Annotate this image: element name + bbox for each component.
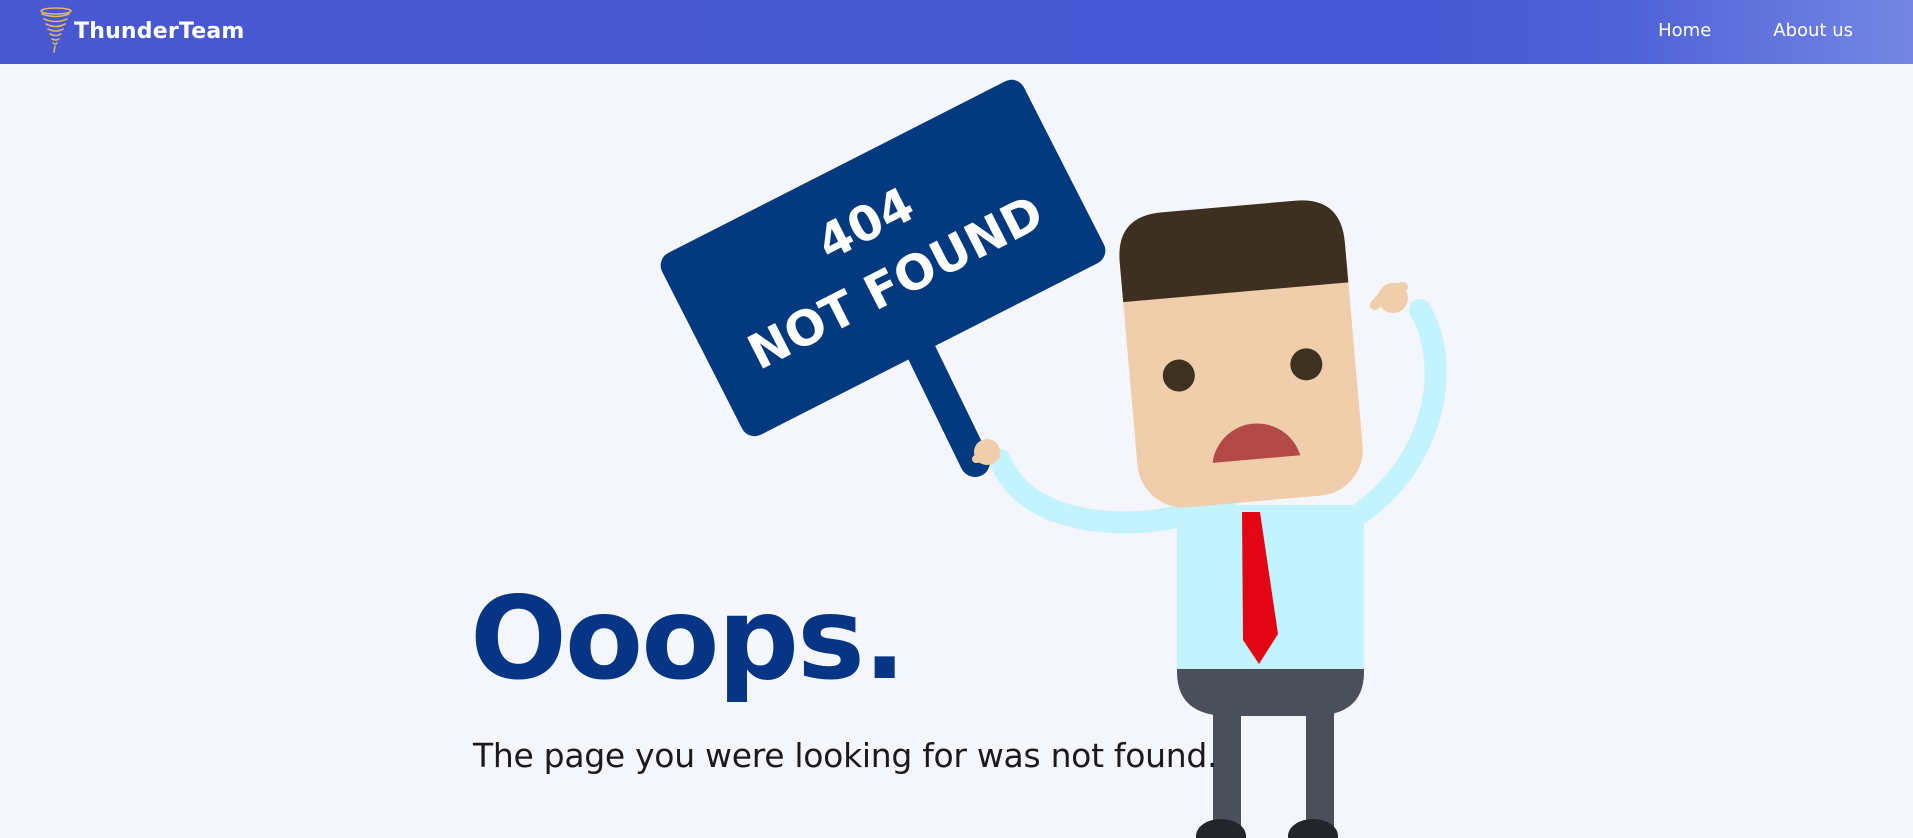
page-heading: Ooops. — [470, 572, 906, 705]
right-arm-shape — [1351, 299, 1447, 523]
sign-stick — [903, 330, 990, 477]
pants-shape — [1177, 666, 1364, 716]
not-found-sign: 404 NOT FOUND — [660, 79, 1106, 437]
not-found-message: The page you were looking for was not fo… — [473, 736, 1218, 775]
not-found-illustration: 404 NOT FOUND — [660, 79, 1447, 838]
head — [1119, 200, 1363, 508]
